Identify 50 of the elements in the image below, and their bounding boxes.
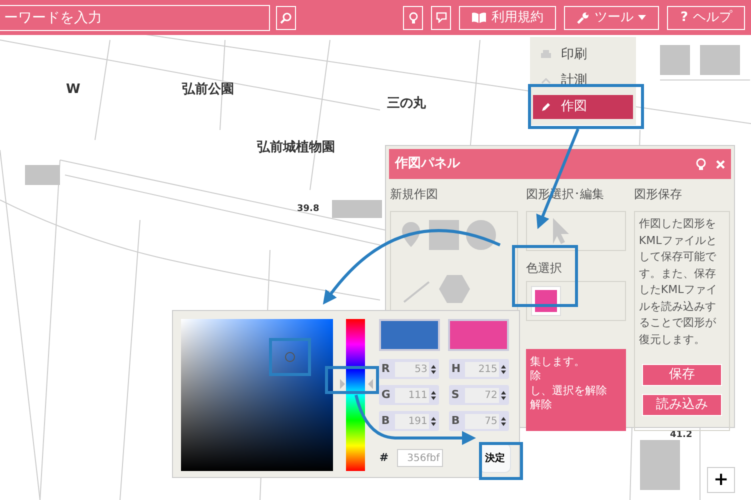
caret-icon — [638, 15, 646, 20]
highlight-frame — [269, 338, 311, 376]
tools-dropdown[interactable]: ツール — [564, 6, 660, 30]
bulb-icon — [408, 12, 418, 24]
saturation-brightness-field[interactable] — [181, 319, 333, 471]
value-field[interactable]: R 53 — [379, 359, 440, 379]
map-label: 39.8 — [297, 203, 320, 216]
value-field[interactable]: B 191 — [379, 411, 440, 431]
save-description: 作図した図形をKMLファイルとして保存可能です。また、保存したKMLファイルを読み込みすることで図形が復元します。 — [638, 216, 718, 348]
bulb-icon[interactable] — [696, 158, 706, 170]
hex-label: # — [379, 450, 389, 466]
section-heading: 図形保存 — [634, 186, 683, 203]
comment-icon — [436, 12, 447, 23]
panel-button[interactable]: 読み込み — [642, 394, 722, 416]
wrench-icon — [577, 12, 590, 24]
value-field[interactable]: G 111 — [379, 385, 440, 405]
map-label: 弘前公園 — [182, 81, 234, 99]
menu-item[interactable]: 印刷 — [533, 43, 633, 67]
value-field[interactable]: B 75 — [449, 411, 510, 431]
value-field[interactable]: H 215 — [449, 359, 510, 379]
hint-button[interactable] — [403, 6, 424, 30]
color-select-label: 色選択 — [526, 260, 563, 277]
close-icon[interactable] — [716, 160, 725, 168]
zoom-in-button[interactable]: + — [707, 467, 735, 493]
search-icon — [280, 12, 292, 24]
help-text: 集します。 — [530, 355, 586, 370]
highlight-frame — [512, 245, 578, 307]
highlight-frame — [479, 442, 523, 480]
map-label: 三の丸 — [387, 95, 426, 113]
menu-item[interactable]: 作図 — [533, 95, 633, 119]
comment-button[interactable] — [431, 6, 452, 30]
book-icon — [472, 12, 486, 23]
section-heading: 新規作図 — [390, 186, 439, 203]
value-field[interactable]: S 72 — [449, 385, 510, 405]
hex-field[interactable]: 356fbf — [396, 449, 443, 467]
search-button[interactable] — [276, 6, 296, 30]
search-field[interactable]: ーワードを入力 — [0, 4, 270, 30]
chevron-icon — [541, 78, 551, 84]
help-text: 解除 — [530, 398, 553, 412]
printer-icon — [541, 50, 551, 60]
map-label: W — [66, 81, 80, 99]
help-text: し、選択を解除 — [530, 384, 608, 398]
help-text: 除 — [530, 369, 542, 384]
map-label: 弘前城植物園 — [257, 139, 335, 157]
help-icon: ? — [680, 8, 688, 28]
help-button[interactable]: ? ヘルプ — [667, 6, 745, 30]
panel-title: 作図パネル — [395, 155, 460, 174]
pencil-icon — [541, 102, 551, 112]
terms-button[interactable]: 利用規約 — [459, 6, 556, 30]
panel-button[interactable]: 保存 — [642, 364, 722, 386]
